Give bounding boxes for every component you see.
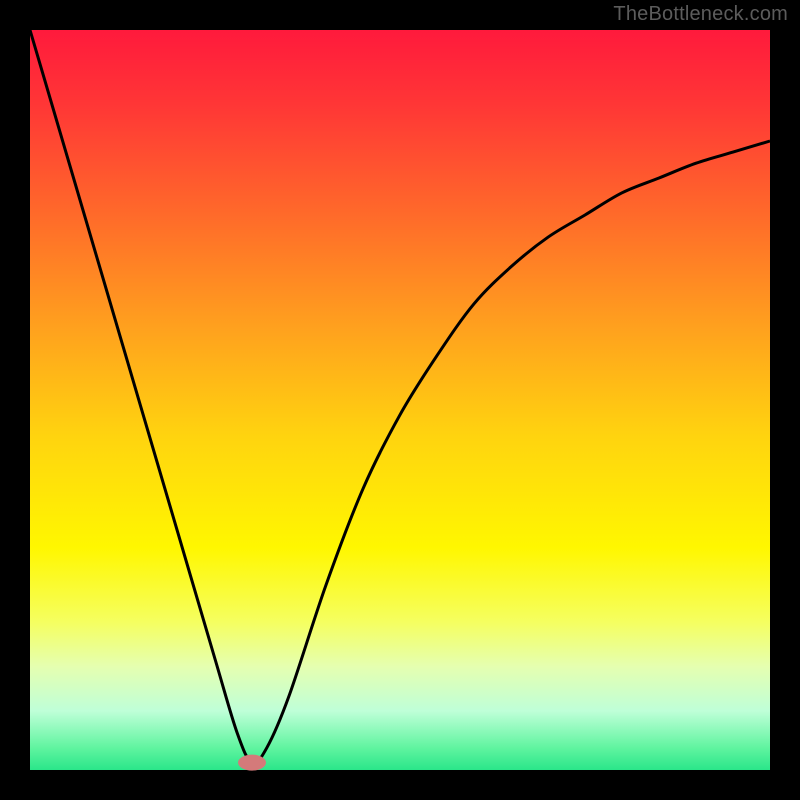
chart-svg [0, 0, 800, 800]
minimum-marker [238, 755, 266, 771]
attribution-text: TheBottleneck.com [613, 3, 788, 26]
bottleneck-chart: TheBottleneck.com [0, 0, 800, 800]
plot-background [30, 30, 770, 770]
